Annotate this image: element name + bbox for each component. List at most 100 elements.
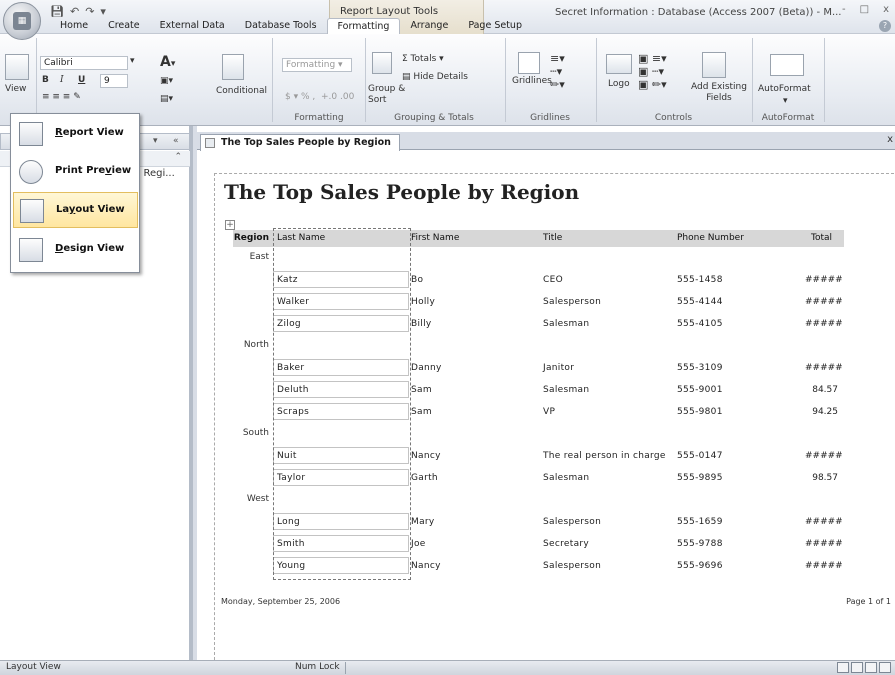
group-sort-button[interactable]: Group & Sort — [368, 84, 408, 106]
total-cell[interactable]: ##### — [805, 537, 843, 551]
redo-icon[interactable]: ↷ — [85, 5, 94, 18]
first-name-cell[interactable]: Mary — [411, 515, 435, 529]
italic-button[interactable]: I — [60, 75, 64, 85]
title-cell[interactable]: Salesman — [543, 317, 589, 331]
first-name-cell[interactable]: Garth — [411, 471, 438, 485]
save-icon[interactable]: 💾︎ — [50, 5, 64, 18]
first-name-cell[interactable]: Sam — [411, 405, 432, 419]
title-cell[interactable]: Secretary — [543, 537, 589, 551]
phone-cell[interactable]: 555-9801 — [677, 405, 723, 419]
add-existing-fields-icon[interactable] — [702, 52, 726, 78]
first-name-cell[interactable]: Joe — [411, 537, 426, 551]
tab-formatting[interactable]: Formatting — [326, 18, 401, 34]
region-label[interactable]: East — [233, 252, 269, 262]
phone-cell[interactable]: 555-1659 — [677, 515, 723, 529]
menu-item-print-preview[interactable]: Print Preview — [13, 154, 138, 190]
tab-arrange[interactable]: Arrange — [400, 18, 458, 34]
autoformat-dropdown-icon[interactable]: ▾ — [783, 96, 788, 106]
nav-group-collapse-icon[interactable]: ⌃ — [174, 152, 182, 162]
column-header-region[interactable]: Region — [233, 230, 269, 247]
control-icons[interactable]: ▣ ≡▾ ▣ ┄▾ ▣ ✏▾ — [638, 52, 667, 91]
align-icons[interactable]: ≡ ≡ ≡ ✎ — [42, 92, 81, 102]
region-label[interactable]: North — [233, 340, 269, 350]
phone-cell[interactable]: 555-0147 — [677, 449, 723, 463]
column-header-first-name[interactable]: First Name — [411, 230, 459, 247]
total-cell[interactable]: ##### — [805, 449, 843, 463]
status-design-view-icon[interactable] — [879, 662, 891, 673]
maximize-button[interactable]: □ — [860, 4, 869, 15]
view-icon[interactable] — [5, 54, 29, 80]
title-cell[interactable]: VP — [543, 405, 555, 419]
gridline-style-icons[interactable]: ≡▾ ┄▾ ✏▾ — [550, 52, 565, 91]
region-label[interactable]: South — [233, 428, 269, 438]
format-field[interactable]: Formatting ▾ — [282, 58, 352, 72]
conditional-icon[interactable] — [222, 54, 244, 80]
office-button[interactable]: ▦ — [3, 2, 41, 40]
view-button[interactable]: View — [5, 84, 26, 94]
title-cell[interactable]: Salesperson — [543, 515, 601, 529]
document-tab[interactable]: The Top Sales People by Region — [200, 134, 400, 151]
total-cell[interactable]: ##### — [805, 361, 843, 375]
first-name-cell[interactable]: Billy — [411, 317, 432, 331]
column-header-phone[interactable]: Phone Number — [677, 230, 744, 247]
group-sort-icon[interactable] — [372, 52, 392, 74]
menu-item-layout-view[interactable]: Layout View — [13, 192, 138, 228]
total-cell[interactable]: ##### — [805, 273, 843, 287]
autoformat-icon[interactable] — [770, 54, 804, 76]
total-cell[interactable]: 84.57 — [805, 383, 838, 397]
font-name-dropdown-icon[interactable]: ▾ — [130, 56, 135, 66]
phone-cell[interactable]: 555-9895 — [677, 471, 723, 485]
title-cell[interactable]: Salesperson — [543, 559, 601, 573]
close-button[interactable]: x — [883, 4, 889, 15]
phone-cell[interactable]: 555-9788 — [677, 537, 723, 551]
phone-cell[interactable]: 555-9696 — [677, 559, 723, 573]
first-name-cell[interactable]: Nancy — [411, 559, 441, 573]
status-layout-view-icon[interactable] — [865, 662, 877, 673]
title-cell[interactable]: Salesperson — [543, 295, 601, 309]
nav-pane-collapse-icon[interactable]: « — [173, 136, 179, 146]
hide-details-button[interactable]: ▤ Hide Details — [402, 72, 468, 82]
phone-cell[interactable]: 555-1458 — [677, 273, 723, 287]
font-color-icon[interactable]: A▾ — [160, 54, 175, 70]
title-cell[interactable]: The real person in charge — [543, 449, 666, 463]
conditional-button[interactable]: Conditional — [216, 86, 267, 96]
tab-home[interactable]: Home — [50, 18, 98, 34]
gridline-color-icon[interactable]: ▤▾ — [160, 94, 173, 104]
font-size-field[interactable]: 9 — [100, 74, 128, 88]
logo-icon[interactable] — [606, 54, 632, 74]
phone-cell[interactable]: 555-3109 — [677, 361, 723, 375]
column-header-total[interactable]: Total — [811, 230, 832, 247]
first-name-cell[interactable]: Nancy — [411, 449, 441, 463]
tab-external-data[interactable]: External Data — [150, 18, 235, 34]
tab-page-setup[interactable]: Page Setup — [458, 18, 532, 34]
total-cell[interactable]: ##### — [805, 515, 843, 529]
bold-button[interactable]: B — [42, 75, 49, 85]
number-format-buttons[interactable]: $ ▾ % , +.0 .00 — [285, 92, 354, 102]
region-label[interactable]: West — [233, 494, 269, 504]
title-cell[interactable]: Salesman — [543, 471, 589, 485]
menu-item-report-view[interactable]: Report View — [13, 116, 138, 152]
font-name-field[interactable]: Calibri — [40, 56, 128, 70]
total-cell[interactable]: 98.57 — [805, 471, 838, 485]
first-name-cell[interactable]: Danny — [411, 361, 442, 375]
nav-pane-menu-icon[interactable]: ▾ — [153, 136, 158, 146]
column-header-title[interactable]: Title — [543, 230, 562, 247]
autoformat-button[interactable]: AutoFormat — [758, 84, 811, 94]
total-cell[interactable]: ##### — [805, 559, 843, 573]
phone-cell[interactable]: 555-4105 — [677, 317, 723, 331]
gridlines-icon[interactable] — [518, 52, 540, 74]
total-cell[interactable]: 94.25 — [805, 405, 838, 419]
status-print-preview-icon[interactable] — [851, 662, 863, 673]
layout-move-handle-icon[interactable]: + — [225, 220, 235, 230]
report-title[interactable]: The Top Sales People by Region — [224, 180, 579, 204]
underline-button[interactable]: U — [78, 75, 85, 85]
undo-icon[interactable]: ↶ — [70, 5, 79, 18]
first-name-cell[interactable]: Bo — [411, 273, 423, 287]
status-report-view-icon[interactable] — [837, 662, 849, 673]
minimize-button[interactable]: - — [842, 4, 846, 15]
total-cell[interactable]: ##### — [805, 295, 843, 309]
total-cell[interactable]: ##### — [805, 317, 843, 331]
close-document-icon[interactable]: x — [887, 134, 893, 145]
add-existing-fields-button[interactable]: Add Existing Fields — [690, 82, 748, 104]
phone-cell[interactable]: 555-4144 — [677, 295, 723, 309]
